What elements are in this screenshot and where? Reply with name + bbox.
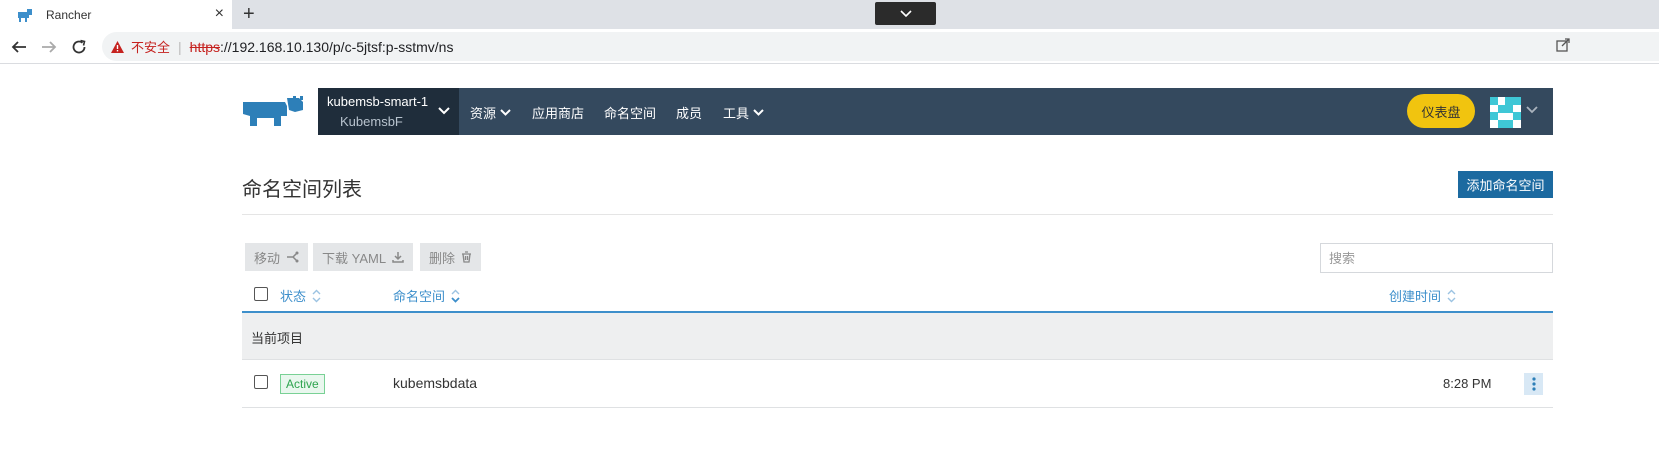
nav-app-store[interactable]: 应用商店 — [532, 103, 584, 122]
select-all-checkbox[interactable] — [254, 287, 268, 301]
chevron-down-icon[interactable] — [1526, 106, 1538, 114]
nav-label: 成员 — [676, 106, 703, 121]
rancher-favicon-icon — [18, 8, 32, 22]
cluster-project-selector[interactable]: kubemsb-smart-1 KubemsbF — [318, 88, 459, 135]
column-header-namespace[interactable]: 命名空间 — [393, 286, 460, 305]
search-input[interactable] — [1320, 243, 1553, 273]
tab-close-icon[interactable]: × — [215, 5, 224, 23]
kebab-menu-icon — [1531, 377, 1536, 391]
dashboard-button[interactable]: 仪表盘 — [1407, 94, 1475, 128]
nav-resources[interactable]: 资源 — [470, 103, 511, 122]
browser-toolbar: 不安全 | https ://192.168.10.130/p/c-5jtsf:… — [0, 29, 1659, 64]
browser-tab[interactable]: Rancher × — [0, 0, 232, 29]
column-label: 创建时间 — [1389, 289, 1442, 304]
column-label: 命名空间 — [393, 289, 446, 304]
download-icon — [392, 252, 404, 263]
nav-members[interactable]: 成员 — [676, 103, 702, 122]
nav-label: 命名空间 — [604, 106, 657, 121]
sort-icon — [312, 289, 321, 302]
divider — [242, 214, 1553, 215]
url-path: ://192.168.10.130/p/c-5jtsf:p-sstmv/ns — [220, 38, 454, 55]
arrow-left-icon — [11, 41, 26, 53]
delete-label: 删除 — [429, 250, 456, 266]
column-header-created[interactable]: 创建时间 — [1389, 286, 1456, 305]
nav-label: 资源 — [470, 106, 497, 121]
tab-search-button[interactable] — [875, 2, 936, 25]
move-button[interactable]: 移动 — [245, 243, 309, 271]
tab-title: Rancher — [46, 7, 92, 22]
namespace-name[interactable]: kubemsbdata — [393, 375, 477, 391]
cluster-name: kubemsb-smart-1 — [327, 94, 429, 109]
warning-icon — [111, 40, 124, 53]
reload-button[interactable] — [69, 37, 89, 57]
row-actions-button[interactable] — [1524, 373, 1543, 395]
add-namespace-button[interactable]: 添加命名空间 — [1458, 171, 1553, 198]
move-icon — [287, 251, 299, 263]
download-label: 下载 YAML — [322, 250, 387, 266]
table-row[interactable]: Active kubemsbdata 8:28 PM — [242, 360, 1553, 408]
security-warning[interactable]: 不安全 — [131, 37, 170, 56]
download-yaml-button[interactable]: 下载 YAML — [313, 243, 414, 271]
arrow-right-icon — [42, 41, 57, 53]
column-header-status[interactable]: 状态 — [280, 286, 321, 305]
rancher-logo-icon[interactable] — [241, 96, 307, 128]
column-label: 状态 — [280, 289, 307, 304]
reload-icon — [72, 39, 86, 54]
forward-button[interactable] — [39, 37, 59, 57]
chevron-down-icon — [753, 109, 764, 116]
trash-icon — [462, 251, 472, 263]
back-button[interactable] — [9, 37, 29, 57]
nav-namespaces[interactable]: 命名空间 — [604, 103, 656, 122]
url-separator: | — [178, 38, 182, 55]
address-bar[interactable]: 不安全 | https ://192.168.10.130/p/c-5jtsf:… — [102, 32, 1659, 61]
delete-button[interactable]: 删除 — [420, 243, 482, 271]
project-name: KubemsbF — [340, 114, 403, 129]
url-scheme: https — [189, 38, 221, 55]
row-checkbox[interactable] — [254, 375, 268, 389]
nav-label: 工具 — [723, 106, 750, 121]
nav-label: 应用商店 — [532, 106, 585, 121]
chevron-down-icon — [899, 9, 912, 17]
user-avatar[interactable] — [1490, 97, 1521, 128]
move-label: 移动 — [254, 250, 281, 266]
table-group-row: 当前项目 — [242, 313, 1553, 360]
browser-tabstrip: Rancher × + — [0, 0, 1659, 29]
rancher-header: kubemsb-smart-1 KubemsbF 资源 应用商店 命名空间 成员… — [318, 88, 1553, 135]
chevron-down-icon — [500, 109, 511, 116]
new-tab-button[interactable]: + — [243, 3, 255, 25]
sort-icon — [1447, 289, 1456, 302]
page-title: 命名空间列表 — [242, 179, 362, 201]
created-time: 8:28 PM — [1443, 376, 1492, 391]
status-badge: Active — [280, 374, 325, 394]
group-label: 当前项目 — [251, 331, 304, 346]
chevron-down-icon — [438, 107, 450, 115]
sort-icon — [451, 289, 460, 303]
share-icon[interactable] — [1556, 38, 1570, 52]
nav-tools[interactable]: 工具 — [723, 103, 764, 122]
